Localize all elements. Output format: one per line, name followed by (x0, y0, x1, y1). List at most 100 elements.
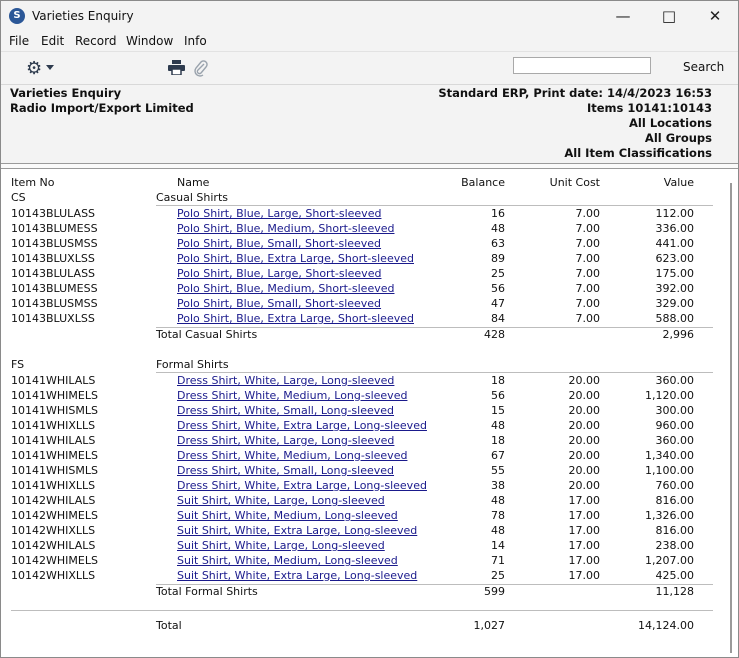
table-row: 10143BLUXLSS Polo Shirt, Blue, Extra Larg… (1, 311, 721, 326)
item-value: 760.00 (655, 479, 695, 492)
item-name-link[interactable]: Dress Shirt, White, Small, Long-sleeved (177, 403, 394, 418)
menu-file[interactable]: File (9, 34, 29, 48)
item-value: 1,326.00 (645, 509, 694, 522)
table-row: 10143BLUSMSS Polo Shirt, Blue, Small, Sho… (1, 296, 721, 311)
item-value: 816.00 (655, 494, 695, 507)
minimize-icon[interactable]: — (600, 1, 646, 31)
item-name-link[interactable]: Polo Shirt, Blue, Small, Short-sleeved (177, 236, 381, 251)
search-input[interactable] (513, 57, 651, 74)
item-name-link[interactable]: Dress Shirt, White, Small, Long-sleeved (177, 463, 394, 478)
item-balance: 89 (491, 252, 505, 265)
table-row: 10142WHIMELS Suit Shirt, White, Medium, L… (1, 553, 721, 568)
item-unit-cost: 7.00 (575, 207, 601, 220)
group-code: CS (11, 191, 26, 204)
table-row: 10141WHIXLLS Dress Shirt, White, Extra La… (1, 478, 721, 493)
item-name-link[interactable]: Polo Shirt, Blue, Medium, Short-sleeved (177, 281, 394, 296)
menu-window[interactable]: Window (126, 34, 173, 48)
item-balance: 63 (491, 237, 505, 250)
item-unit-cost: 7.00 (575, 267, 601, 280)
maximize-icon[interactable]: □ (646, 1, 692, 31)
item-code: 10141WHIMELS (11, 449, 98, 462)
item-name-link[interactable]: Dress Shirt, White, Extra Large, Long-sl… (177, 418, 427, 433)
item-unit-cost: 7.00 (575, 222, 601, 235)
paperclip-icon[interactable] (194, 59, 208, 77)
table-row: 10143BLUSMSS Polo Shirt, Blue, Small, Sho… (1, 236, 721, 251)
item-value: 175.00 (655, 267, 695, 280)
item-code: 10143BLULASS (11, 207, 96, 220)
item-name-link[interactable]: Dress Shirt, White, Medium, Long-sleeved (177, 448, 407, 463)
close-icon[interactable]: ✕ (692, 1, 738, 31)
item-value: 336.00 (655, 222, 695, 235)
item-code: 10142WHILALS (11, 494, 96, 507)
item-value: 112.00 (655, 207, 695, 220)
column-item-no: Item No (11, 176, 55, 189)
item-name-link[interactable]: Polo Shirt, Blue, Extra Large, Short-sle… (177, 311, 414, 326)
item-code: 10141WHILALS (11, 434, 96, 447)
group-header-row: CS Casual Shirts (1, 190, 721, 205)
chevron-down-icon[interactable] (46, 65, 54, 70)
column-unit-cost: Unit Cost (549, 176, 600, 189)
item-unit-cost: 20.00 (568, 434, 601, 447)
item-name-link[interactable]: Dress Shirt, White, Extra Large, Long-sl… (177, 478, 427, 493)
item-balance: 71 (491, 554, 505, 567)
table-row: 10142WHIXLLS Suit Shirt, White, Extra Lar… (1, 523, 721, 538)
item-name-link[interactable]: Dress Shirt, White, Medium, Long-sleeved (177, 388, 407, 403)
vertical-scrollbar[interactable] (730, 183, 732, 653)
search-button[interactable]: Search (683, 60, 724, 74)
item-name-link[interactable]: Dress Shirt, White, Large, Long-sleeved (177, 433, 394, 448)
item-code: 10143BLUSMSS (11, 237, 98, 250)
table-row: 10141WHISMLS Dress Shirt, White, Small, L… (1, 403, 721, 418)
item-unit-cost: 20.00 (568, 479, 601, 492)
item-unit-cost: 7.00 (575, 312, 601, 325)
table-row: 10143BLULASS Polo Shirt, Blue, Large, Sho… (1, 266, 721, 281)
item-name-link[interactable]: Suit Shirt, White, Extra Large, Long-sle… (177, 523, 417, 538)
item-name-link[interactable]: Suit Shirt, White, Large, Long-sleeved (177, 493, 385, 508)
item-balance: 55 (491, 464, 505, 477)
item-code: 10141WHISMLS (11, 404, 98, 417)
title-bar[interactable]: S Varieties Enquiry — □ ✕ (1, 1, 738, 31)
table-row: 10143BLUMESS Polo Shirt, Blue, Medium, Sh… (1, 281, 721, 296)
table-row: 10141WHIXLLS Dress Shirt, White, Extra La… (1, 418, 721, 433)
group-total-label: Total Formal Shirts (156, 585, 258, 598)
item-name-link[interactable]: Polo Shirt, Blue, Large, Short-sleeved (177, 266, 381, 281)
item-name-link[interactable]: Dress Shirt, White, Large, Long-sleeved (177, 373, 394, 388)
item-name-link[interactable]: Polo Shirt, Blue, Large, Short-sleeved (177, 206, 381, 221)
item-code: 10143BLUXLSS (11, 312, 95, 325)
column-name: Name (177, 176, 210, 189)
item-value: 588.00 (655, 312, 695, 325)
grand-total-row: Total 1,027 14,124.00 (1, 618, 721, 633)
table-row: 10142WHILALS Suit Shirt, White, Large, Lo… (1, 493, 721, 508)
table-row: 10143BLULASS Polo Shirt, Blue, Large, Sho… (1, 206, 721, 221)
item-balance: 18 (491, 434, 505, 447)
item-balance: 67 (491, 449, 505, 462)
item-value: 1,120.00 (645, 389, 694, 402)
item-balance: 48 (491, 494, 505, 507)
table-row: 10142WHIXLLS Suit Shirt, White, Extra Lar… (1, 568, 721, 583)
table-row: 10141WHIMELS Dress Shirt, White, Medium, … (1, 388, 721, 403)
item-name-link[interactable]: Suit Shirt, White, Medium, Long-sleeved (177, 508, 398, 523)
group-total-label: Total Casual Shirts (156, 328, 258, 341)
gear-icon[interactable]: ⚙ (26, 58, 42, 79)
item-name-link[interactable]: Suit Shirt, White, Medium, Long-sleeved (177, 553, 398, 568)
item-name-link[interactable]: Suit Shirt, White, Large, Long-sleeved (177, 538, 385, 553)
menu-info[interactable]: Info (184, 34, 207, 48)
item-value: 1,340.00 (645, 449, 694, 462)
item-name-link[interactable]: Suit Shirt, White, Extra Large, Long-sle… (177, 568, 417, 583)
item-unit-cost: 20.00 (568, 404, 601, 417)
item-unit-cost: 7.00 (575, 252, 601, 265)
items-range: Items 10141:10143 (586, 101, 712, 115)
item-unit-cost: 17.00 (568, 539, 601, 552)
group-header-row: FS Formal Shirts (1, 357, 721, 372)
group-total-row: Total Casual Shirts 428 2,996 (1, 327, 721, 342)
group-total-value: 2,996 (662, 328, 695, 341)
menu-record[interactable]: Record (75, 34, 116, 48)
column-headers: Item No Name Balance Unit Cost Value (1, 175, 721, 190)
item-value: 425.00 (655, 569, 695, 582)
menu-edit[interactable]: Edit (41, 34, 64, 48)
item-code: 10142WHIMELS (11, 554, 98, 567)
table-row: 10141WHIMELS Dress Shirt, White, Medium, … (1, 448, 721, 463)
item-name-link[interactable]: Polo Shirt, Blue, Extra Large, Short-sle… (177, 251, 414, 266)
item-name-link[interactable]: Polo Shirt, Blue, Small, Short-sleeved (177, 296, 381, 311)
item-name-link[interactable]: Polo Shirt, Blue, Medium, Short-sleeved (177, 221, 394, 236)
printer-icon[interactable] (168, 60, 185, 75)
